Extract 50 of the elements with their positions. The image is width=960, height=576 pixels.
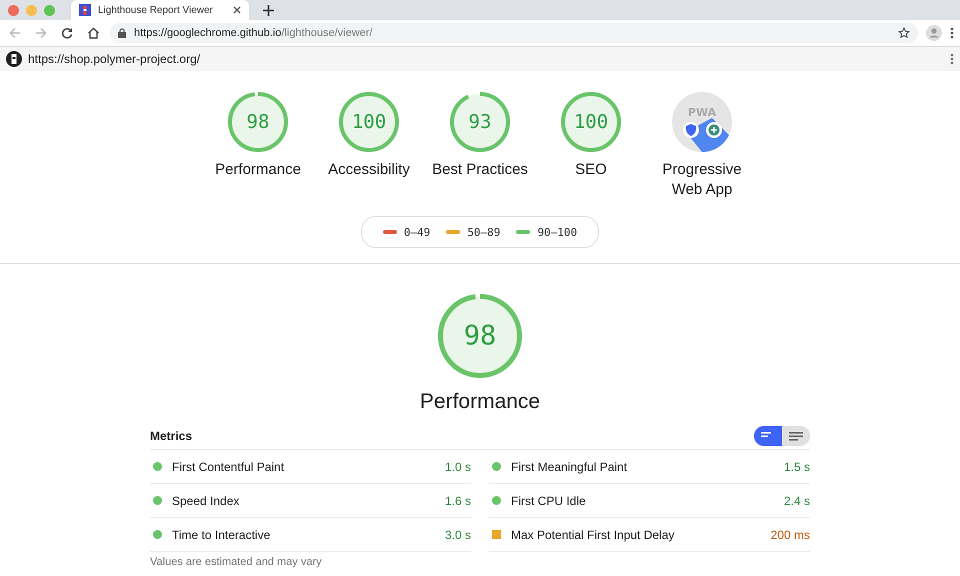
star-icon[interactable] bbox=[898, 27, 910, 39]
list-view-icon bbox=[789, 431, 803, 441]
metric-value: 2.4 s bbox=[784, 494, 810, 508]
metric-name: Max Potential First Input Delay bbox=[511, 528, 676, 542]
pwa-badge-drawing bbox=[672, 92, 732, 152]
metric-value: 1.6 s bbox=[444, 494, 471, 508]
reload-icon bbox=[61, 27, 73, 39]
browser-tab[interactable]: Lighthouse Report Viewer bbox=[71, 0, 249, 20]
forward-arrow-icon bbox=[35, 27, 47, 39]
more-menu-icon[interactable] bbox=[950, 53, 954, 65]
metric-name: First Contentful Paint bbox=[172, 460, 286, 474]
score-value: 100 bbox=[350, 111, 388, 133]
metric-value: 3.0 s bbox=[444, 528, 471, 542]
score-value: 98 bbox=[246, 111, 270, 133]
back-arrow-icon bbox=[9, 27, 21, 39]
lighthouse-favicon-icon bbox=[79, 4, 91, 16]
legend-label: 0–49 bbox=[404, 226, 430, 238]
legend-label: 90–100 bbox=[537, 226, 578, 238]
metric-name: First Meaningful Paint bbox=[511, 460, 628, 474]
lock-icon bbox=[118, 28, 126, 38]
metrics-note: Values are estimated and may vary bbox=[150, 556, 323, 568]
plus-icon bbox=[262, 4, 274, 16]
more-menu-icon[interactable] bbox=[950, 27, 954, 39]
metric-value: 200 ms bbox=[770, 528, 810, 542]
score-value: 98 bbox=[462, 320, 498, 352]
home-icon bbox=[86, 27, 100, 39]
score-value: 100 bbox=[572, 111, 610, 133]
tab-title: Lighthouse Report Viewer bbox=[98, 4, 214, 16]
category-label: Best Practices bbox=[432, 160, 528, 180]
address-bar[interactable]: https://googlechrome.github.io/lighthouse/viewer/ bbox=[110, 23, 918, 43]
category-label: Accessibility bbox=[328, 160, 410, 180]
category-label: SEO bbox=[575, 160, 607, 180]
metric-name: Time to Interactive bbox=[172, 528, 272, 542]
category-label: Performance bbox=[215, 160, 301, 180]
metric-name: First CPU Idle bbox=[511, 494, 587, 508]
category-label: Progressive Web App bbox=[661, 160, 743, 200]
lighthouse-logo-icon bbox=[6, 51, 22, 67]
view-toggle-button[interactable] bbox=[754, 426, 782, 446]
metric-value: 1.0 s bbox=[444, 460, 471, 474]
pwa-badge-text: PWA bbox=[686, 106, 718, 119]
metric-name: Speed Index bbox=[172, 494, 240, 508]
profile-avatar-icon[interactable] bbox=[926, 25, 942, 41]
score-value: 93 bbox=[468, 111, 492, 133]
metrics-heading: Metrics bbox=[150, 429, 192, 443]
metric-value: 1.5 s bbox=[784, 460, 810, 474]
close-icon[interactable] bbox=[233, 6, 241, 14]
section-title: Performance bbox=[420, 390, 540, 414]
report-url: https://shop.polymer-project.org/ bbox=[28, 52, 202, 66]
address-url: https://googlechrome.github.io/lighthouse/viewer/ bbox=[134, 27, 372, 39]
legend-label: 50–89 bbox=[467, 226, 500, 238]
